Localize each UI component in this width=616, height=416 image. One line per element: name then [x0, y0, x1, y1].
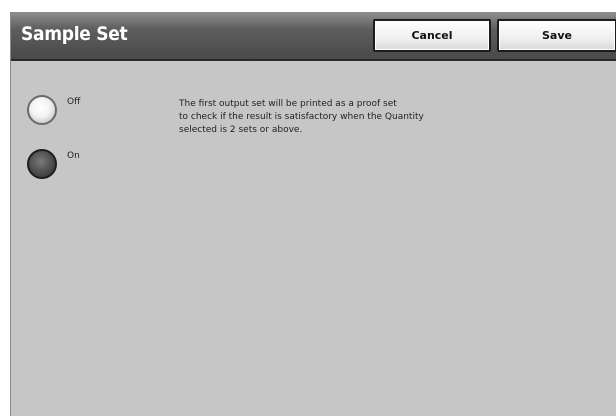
save-button[interactable]: Save [497, 19, 616, 52]
description-line: to check if the result is satisfactory w… [179, 112, 424, 122]
option-off[interactable]: Off [27, 95, 80, 125]
option-off-label: Off [67, 97, 81, 107]
header-bar: Sample Set Cancel Save [11, 13, 616, 61]
radio-off[interactable] [27, 95, 57, 125]
description-text: The first output set will be printed as … [179, 98, 479, 137]
sample-set-panel: Sample Set Cancel Save Off On The first … [10, 12, 616, 416]
page-title: Sample Set [21, 23, 128, 45]
cancel-button[interactable]: Cancel [373, 19, 491, 52]
description-line: selected is 2 sets or above. [179, 125, 303, 135]
option-on[interactable]: On [27, 149, 80, 179]
option-on-label: On [67, 151, 80, 161]
radio-on[interactable] [27, 149, 57, 179]
description-line: The first output set will be printed as … [179, 99, 397, 109]
